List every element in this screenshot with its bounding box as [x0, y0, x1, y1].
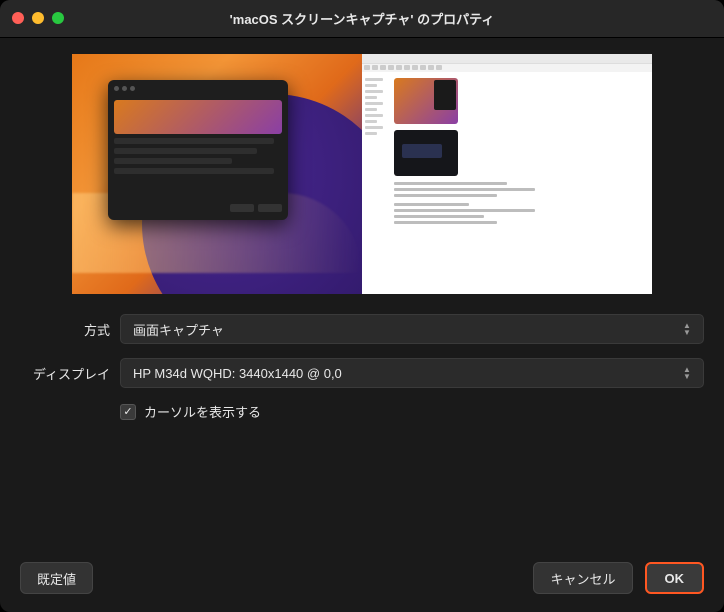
- window-title: 'macOS スクリーンキャプチャ' のプロパティ: [230, 9, 495, 28]
- dialog-window: 'macOS スクリーンキャプチャ' のプロパティ: [0, 0, 724, 612]
- close-window-icon[interactable]: [12, 12, 24, 24]
- form-area: 方式 画面キャプチャ ▲▼ ディスプレイ HP M34d WQHD: 3440x…: [20, 314, 704, 421]
- preview-browser-right: [362, 54, 652, 294]
- method-row: 方式 画面キャプチャ ▲▼: [20, 314, 704, 344]
- dialog-content: 方式 画面キャプチャ ▲▼ ディスプレイ HP M34d WQHD: 3440x…: [0, 38, 724, 612]
- preview-container: [20, 54, 704, 294]
- ok-button[interactable]: OK: [645, 562, 705, 594]
- preview-desktop-left: [72, 54, 362, 294]
- defaults-button-label: 既定値: [37, 569, 76, 588]
- display-label: ディスプレイ: [20, 364, 110, 383]
- display-select-value: HP M34d WQHD: 3440x1440 @ 0,0: [133, 366, 342, 381]
- titlebar: 'macOS スクリーンキャプチャ' のプロパティ: [0, 0, 724, 38]
- cancel-button[interactable]: キャンセル: [533, 562, 632, 594]
- preview-app-window-icon: [108, 80, 288, 220]
- button-bar: 既定値 キャンセル OK: [20, 562, 704, 594]
- stepper-icon: ▲▼: [679, 364, 695, 382]
- show-cursor-label: カーソルを表示する: [144, 402, 261, 421]
- method-label: 方式: [20, 320, 110, 339]
- preview-doc-thumb-icon: [394, 130, 458, 176]
- ok-button-label: OK: [665, 571, 685, 586]
- checkmark-icon: ✓: [123, 405, 132, 418]
- traffic-lights: [12, 12, 64, 24]
- cursor-checkbox-row: ✓ カーソルを表示する: [20, 402, 704, 421]
- method-select-value: 画面キャプチャ: [133, 320, 224, 339]
- defaults-button[interactable]: 既定値: [20, 562, 93, 594]
- cancel-button-label: キャンセル: [550, 569, 615, 588]
- show-cursor-checkbox[interactable]: ✓: [120, 404, 136, 420]
- display-select[interactable]: HP M34d WQHD: 3440x1440 @ 0,0 ▲▼: [120, 358, 704, 388]
- capture-preview: [72, 54, 652, 294]
- preview-doc-thumb-icon: [394, 78, 458, 124]
- zoom-window-icon[interactable]: [52, 12, 64, 24]
- stepper-icon: ▲▼: [679, 320, 695, 338]
- minimize-window-icon[interactable]: [32, 12, 44, 24]
- method-select[interactable]: 画面キャプチャ ▲▼: [120, 314, 704, 344]
- display-row: ディスプレイ HP M34d WQHD: 3440x1440 @ 0,0 ▲▼: [20, 358, 704, 388]
